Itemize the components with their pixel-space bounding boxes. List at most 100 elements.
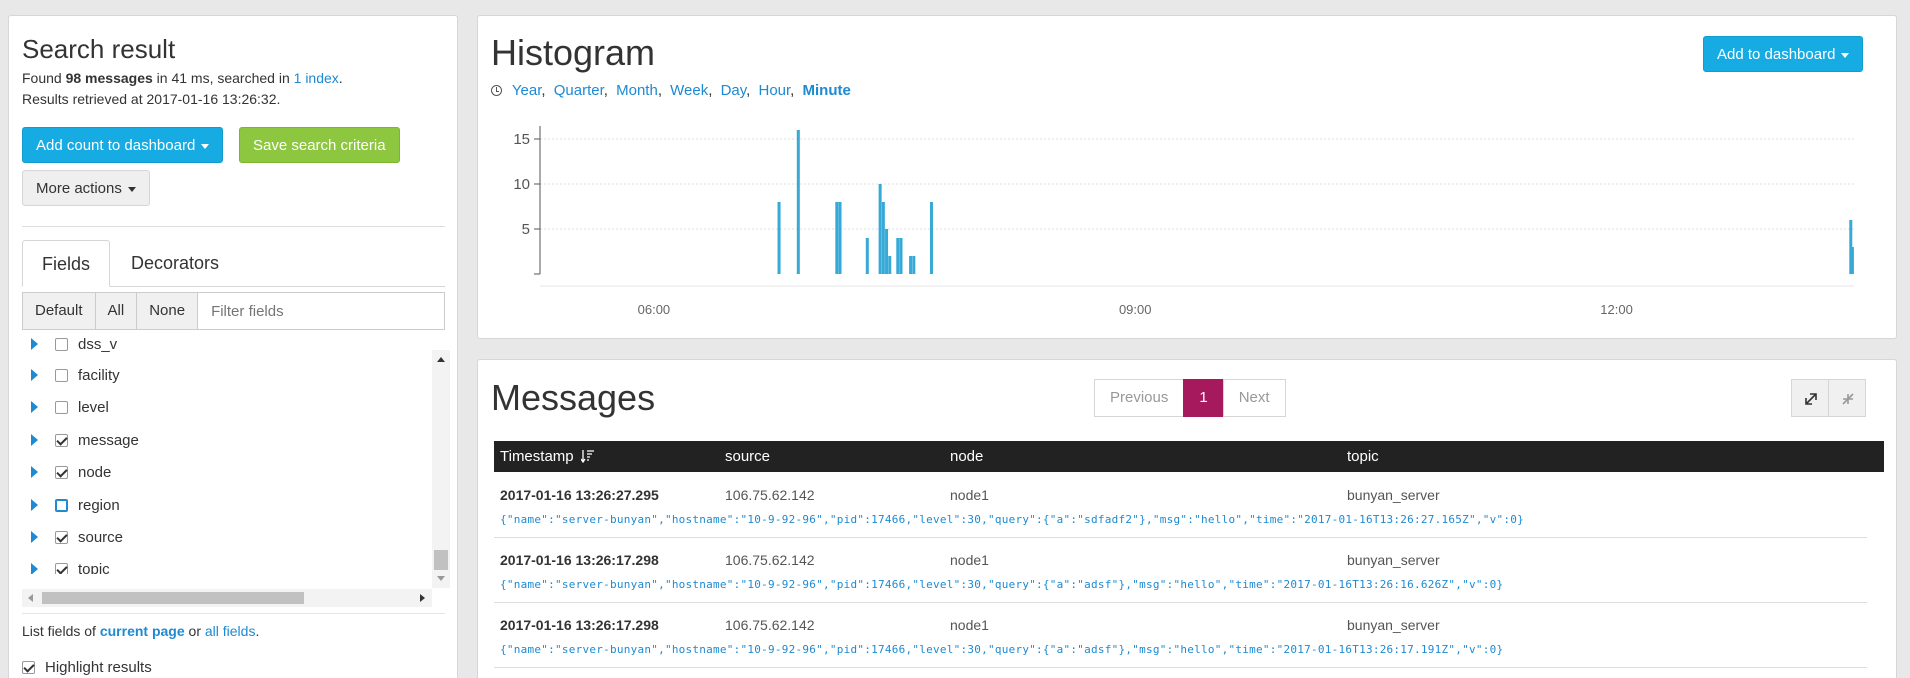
histogram-panel: Histogram Add to dashboard Year, Quarter… <box>477 15 1897 339</box>
column-header-source[interactable]: source <box>725 448 770 465</box>
column-header-timestamp[interactable]: Timestamp <box>500 448 595 465</box>
field-checkbox[interactable] <box>55 531 68 544</box>
cell-message: {"name":"server-bunyan","hostname":"10-9… <box>500 643 1504 656</box>
field-item-facility[interactable]: facility <box>22 363 422 393</box>
field-tabs: Fields Decorators <box>22 240 445 287</box>
histogram-bar <box>899 238 903 274</box>
next-page-button[interactable]: Next <box>1222 379 1286 417</box>
retrieved-at: Results retrieved at 2017-01-16 13:26:32… <box>22 91 281 107</box>
histogram-bar <box>881 202 885 274</box>
expand-triangle-icon[interactable] <box>31 466 38 478</box>
table-row[interactable]: 2017-01-16 13:26:27.295 106.75.62.142 no… <box>494 473 1867 538</box>
tab-fields[interactable]: Fields <box>22 240 111 287</box>
search-summary: Found 98 messages in 41 ms, searched in … <box>22 70 343 107</box>
scroll-thumb[interactable] <box>434 550 448 570</box>
y-tick-label: 10 <box>513 176 530 193</box>
histogram-bar <box>885 229 889 274</box>
page-1-button[interactable]: 1 <box>1183 379 1224 417</box>
histogram-chart: 5 10 15 06:00 09:00 12:00 <box>513 126 1854 317</box>
caret-down-icon <box>127 186 136 192</box>
expand-triangle-icon[interactable] <box>31 563 38 574</box>
expand-triangle-icon[interactable] <box>31 401 38 413</box>
index-link[interactable]: 1 index <box>294 70 339 86</box>
compress-icon <box>1842 393 1854 405</box>
field-checkbox[interactable] <box>55 338 68 351</box>
y-tick-label: 5 <box>522 221 530 238</box>
cell-source: 106.75.62.142 <box>725 552 815 568</box>
filter-none-button[interactable]: None <box>136 292 199 330</box>
compress-messages-button[interactable] <box>1828 379 1866 417</box>
cell-source: 106.75.62.142 <box>725 617 815 633</box>
field-item-region[interactable]: region <box>22 493 422 523</box>
vertical-scrollbar[interactable] <box>432 350 450 588</box>
field-list: dss_v facility level message node region <box>22 334 440 574</box>
filter-fields-input[interactable] <box>197 292 445 330</box>
expand-triangle-icon[interactable] <box>31 434 38 446</box>
field-item-topic[interactable]: topic <box>22 557 422 574</box>
histogram-bar <box>838 202 842 274</box>
column-header-topic[interactable]: topic <box>1347 448 1379 465</box>
histogram-bar <box>929 202 933 274</box>
previous-page-button[interactable]: Previous <box>1094 379 1185 417</box>
field-item-node[interactable]: node <box>22 460 422 490</box>
search-result-title: Search result <box>22 34 176 64</box>
search-result-panel: Search result Found 98 messages in 41 ms… <box>8 15 458 678</box>
x-tick-label: 09:00 <box>1119 302 1152 317</box>
field-checkbox[interactable] <box>55 563 68 574</box>
cell-source: 106.75.62.142 <box>725 487 815 503</box>
scroll-left-icon[interactable] <box>28 594 33 602</box>
save-search-criteria-button[interactable]: Save search criteria <box>239 127 400 163</box>
current-page-link[interactable]: current page <box>100 623 185 639</box>
divider <box>22 613 445 614</box>
expand-triangle-icon[interactable] <box>31 499 38 511</box>
tab-decorators[interactable]: Decorators <box>112 240 238 287</box>
field-checkbox[interactable] <box>55 499 68 512</box>
highlight-results-option[interactable]: Highlight results <box>22 659 152 676</box>
column-header-node[interactable]: node <box>950 448 983 465</box>
table-row[interactable]: 2017-01-16 13:26:17.298 106.75.62.142 no… <box>494 538 1867 603</box>
histogram-bar <box>796 130 800 274</box>
field-checkbox[interactable] <box>55 434 68 447</box>
all-fields-link[interactable]: all fields <box>205 623 256 639</box>
messages-table-header: Timestamp source node topic <box>494 441 1884 472</box>
field-item-dss-v[interactable]: dss_v <box>22 334 422 362</box>
histogram-bar <box>888 256 892 274</box>
sort-desc-icon[interactable] <box>580 449 595 464</box>
field-item-level[interactable]: level <box>22 395 422 425</box>
field-checkbox[interactable] <box>55 369 68 382</box>
field-checkbox[interactable] <box>55 401 68 414</box>
histogram-bar <box>896 238 900 274</box>
scroll-thumb[interactable] <box>42 592 304 604</box>
expand-messages-button[interactable] <box>1791 379 1829 417</box>
expand-triangle-icon[interactable] <box>31 338 38 350</box>
scroll-down-icon[interactable] <box>437 576 445 581</box>
scroll-right-icon[interactable] <box>420 594 425 602</box>
horizontal-scrollbar[interactable] <box>22 589 432 607</box>
highlight-checkbox[interactable] <box>22 661 35 674</box>
expand-triangle-icon[interactable] <box>31 531 38 543</box>
histogram-bar <box>909 256 913 274</box>
expand-icon <box>1805 393 1817 405</box>
more-actions-button[interactable]: More actions <box>22 170 150 206</box>
cell-node: node1 <box>950 487 989 503</box>
cell-timestamp: 2017-01-16 13:26:27.295 <box>500 487 659 503</box>
filter-all-button[interactable]: All <box>94 292 138 330</box>
field-item-source[interactable]: source <box>22 525 422 555</box>
cell-topic: bunyan_server <box>1347 552 1440 568</box>
add-count-to-dashboard-button[interactable]: Add count to dashboard <box>22 127 224 163</box>
histogram-bar <box>1850 247 1854 274</box>
y-tick-label: 15 <box>513 131 530 148</box>
table-row[interactable]: 2017-01-16 13:26:17.298 106.75.62.142 no… <box>494 603 1867 668</box>
histogram-bar <box>878 184 882 274</box>
filter-default-button[interactable]: Default <box>22 292 96 330</box>
cell-message: {"name":"server-bunyan","hostname":"10-9… <box>500 513 1525 526</box>
pagination: Previous 1 Next <box>1094 379 1286 417</box>
cell-topic: bunyan_server <box>1347 617 1440 633</box>
cell-timestamp: 2017-01-16 13:26:17.298 <box>500 617 659 633</box>
field-checkbox[interactable] <box>55 466 68 479</box>
scroll-up-icon[interactable] <box>437 357 445 362</box>
messages-title: Messages <box>491 377 656 418</box>
field-item-message[interactable]: message <box>22 428 422 458</box>
message-count: 98 messages <box>65 70 153 86</box>
expand-triangle-icon[interactable] <box>31 369 38 381</box>
